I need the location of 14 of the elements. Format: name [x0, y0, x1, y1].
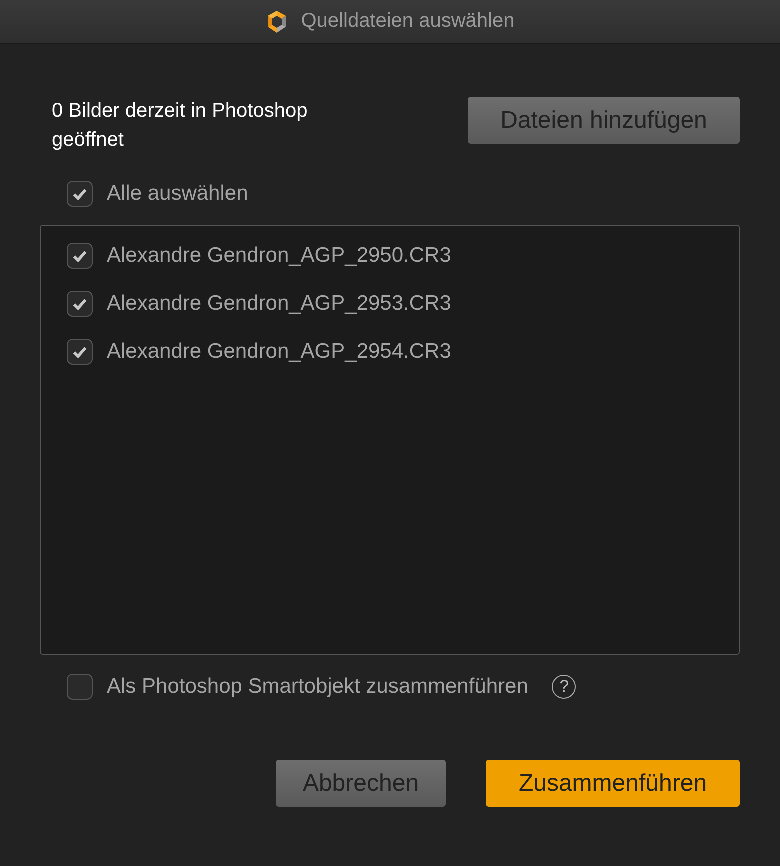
- merge-button[interactable]: Zusammenführen: [486, 760, 740, 807]
- help-button[interactable]: ?: [552, 675, 576, 699]
- checkbox[interactable]: [67, 243, 93, 269]
- checkbox[interactable]: [67, 181, 93, 207]
- window-title: Quelldateien auswählen: [301, 10, 515, 33]
- select-all-label[interactable]: Alle auswählen: [107, 182, 248, 206]
- smart-object-label[interactable]: Als Photoshop Smartobjekt zusammenführen: [107, 675, 528, 699]
- info-text: 0 Bilder derzeit in Photoshop geöffnet: [52, 99, 309, 153]
- checkbox[interactable]: [67, 339, 93, 365]
- file-name[interactable]: Alexandre Gendron_AGP_2953.CR3: [107, 292, 452, 316]
- file-name[interactable]: Alexandre Gendron_AGP_2950.CR3: [107, 244, 452, 268]
- checkbox[interactable]: [67, 291, 93, 317]
- checkbox[interactable]: [67, 674, 93, 700]
- file-name[interactable]: Alexandre Gendron_AGP_2954.CR3: [107, 340, 452, 364]
